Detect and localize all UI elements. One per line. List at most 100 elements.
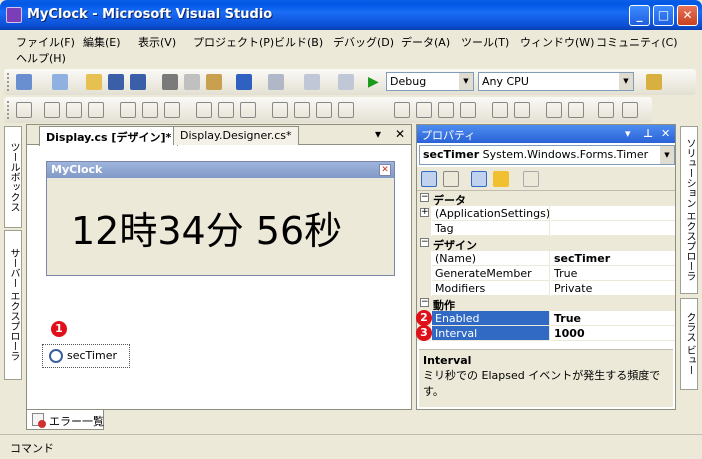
save-icon[interactable] xyxy=(108,74,124,90)
increase-spacing-icon[interactable] xyxy=(294,102,310,118)
menu-community[interactable]: コミュニティ(C) xyxy=(596,34,678,50)
collapse-icon[interactable]: − xyxy=(420,193,429,202)
timer-icon xyxy=(49,349,63,363)
align-rights-icon[interactable] xyxy=(88,102,104,118)
toolbox-tab[interactable]: ツールボックス xyxy=(4,126,22,228)
align-middles-icon[interactable] xyxy=(142,102,158,118)
visual-studio-icon xyxy=(6,7,22,23)
window-position-icon[interactable]: ▾ xyxy=(375,127,381,141)
menu-window[interactable]: ウィンドウ(W) xyxy=(520,34,594,50)
undo-icon[interactable] xyxy=(236,74,252,90)
start-debugging-icon[interactable]: ▶ xyxy=(368,74,384,90)
make-same-size-icon[interactable] xyxy=(240,102,256,118)
menu-debug[interactable]: デバッグ(D) xyxy=(333,34,394,50)
cut-icon[interactable] xyxy=(162,74,178,90)
horizontal-spacing-icon[interactable] xyxy=(272,102,288,118)
new-project-icon[interactable] xyxy=(16,74,32,90)
center-horizontally-icon[interactable] xyxy=(492,102,508,118)
badge-1: 1 xyxy=(51,321,67,337)
category-design[interactable]: − デザイン xyxy=(417,236,675,252)
copy-icon[interactable] xyxy=(184,74,200,90)
expand-icon[interactable]: + xyxy=(420,208,429,217)
server-explorer-tab[interactable]: サーバー エクスプローラ xyxy=(4,230,22,380)
menu-project[interactable]: プロジェクト(P) xyxy=(193,34,274,50)
menu-tools[interactable]: ツール(T) xyxy=(461,34,509,50)
clock-label[interactable]: 12時34分 56秒 xyxy=(71,200,342,255)
solution-config-select[interactable]: Debug ▼ xyxy=(386,72,474,91)
align-lefts-icon[interactable] xyxy=(44,102,60,118)
remove-spacing-icon[interactable] xyxy=(338,102,354,118)
properties-icon[interactable] xyxy=(471,171,487,187)
center-vertically-icon[interactable] xyxy=(514,102,530,118)
menu-help[interactable]: ヘルプ(H) xyxy=(16,50,66,66)
events-icon[interactable] xyxy=(493,171,509,187)
property-pages-icon[interactable] xyxy=(523,171,539,187)
find-in-files-icon[interactable] xyxy=(646,74,662,90)
minimize-button[interactable]: _ xyxy=(629,5,650,26)
redo-icon[interactable] xyxy=(268,74,284,90)
decrease-spacing-icon[interactable] xyxy=(316,102,332,118)
menu-build[interactable]: ビルド(B) xyxy=(274,34,323,50)
align-centers-icon[interactable] xyxy=(66,102,82,118)
add-item-icon[interactable] xyxy=(52,74,68,90)
increase-vertical-spacing-icon[interactable] xyxy=(416,102,432,118)
tab-display-design[interactable]: Display.cs [デザイン]* xyxy=(39,126,179,146)
sec-timer-component[interactable]: secTimer xyxy=(42,344,130,368)
make-same-width-icon[interactable] xyxy=(196,102,212,118)
close-button[interactable]: ✕ xyxy=(677,5,698,26)
save-all-icon[interactable] xyxy=(130,74,146,90)
error-list-tab[interactable]: エラー一覧 xyxy=(26,410,104,430)
send-to-back-icon[interactable] xyxy=(568,102,584,118)
remove-vertical-spacing-icon[interactable] xyxy=(460,102,476,118)
solution-explorer-tab[interactable]: ソリューション エクスプローラ xyxy=(680,126,698,294)
navigate-backward-icon[interactable] xyxy=(304,74,320,90)
object-selector[interactable]: secTimer System.Windows.Forms.Timer ▼ xyxy=(419,145,675,165)
tab-display-designer-code[interactable]: Display.Designer.cs* xyxy=(173,126,299,145)
form-title-bar: MyClock ✕ xyxy=(47,162,394,178)
navigate-forward-icon[interactable] xyxy=(338,74,354,90)
menu-data[interactable]: データ(A) xyxy=(401,34,450,50)
bring-to-front-icon[interactable] xyxy=(546,102,562,118)
document-area: Display.cs [デザイン]* Display.Designer.cs* … xyxy=(26,124,412,410)
design-form[interactable]: MyClock ✕ 12時34分 56秒 xyxy=(46,161,395,276)
align-bottoms-icon[interactable] xyxy=(164,102,180,118)
collapse-icon[interactable]: − xyxy=(420,238,429,247)
alphabetical-icon[interactable] xyxy=(443,171,459,187)
tab-order-icon[interactable] xyxy=(598,102,614,118)
size-to-grid-icon[interactable] xyxy=(218,102,234,118)
status-text: コマンド xyxy=(10,442,54,455)
close-document-icon[interactable]: ✕ xyxy=(395,127,405,141)
property-row-interval[interactable]: Interval 1000 3 xyxy=(416,325,675,341)
category-behavior[interactable]: − 動作 xyxy=(417,296,675,312)
category-data[interactable]: − データ xyxy=(417,191,675,207)
right-autohide-strip: ソリューション エクスプローラ クラス ビュー xyxy=(678,124,702,409)
title-bar: MyClock - Microsoft Visual Studio _ □ ✕ xyxy=(0,0,702,30)
class-view-tab[interactable]: クラス ビュー xyxy=(680,298,698,390)
open-folder-icon[interactable] xyxy=(86,74,102,90)
menu-edit[interactable]: 編集(E) xyxy=(83,34,121,50)
menu-view[interactable]: 表示(V) xyxy=(138,34,176,50)
decrease-vertical-spacing-icon[interactable] xyxy=(438,102,454,118)
auto-hide-pin-icon[interactable]: ⊥ xyxy=(643,127,653,140)
property-row-tag[interactable]: Tag xyxy=(417,221,675,236)
layout-toolbar xyxy=(4,97,652,123)
maximize-button[interactable]: □ xyxy=(653,5,674,26)
property-row-enabled[interactable]: Enabled True 2 xyxy=(416,310,675,326)
property-row-modifiers[interactable]: Modifiers Private xyxy=(417,281,675,296)
align-to-grid-icon[interactable] xyxy=(16,102,32,118)
solution-platform-select[interactable]: Any CPU ▼ xyxy=(478,72,634,91)
window-position-icon[interactable]: ▾ xyxy=(625,127,631,140)
categorized-icon[interactable] xyxy=(421,171,437,187)
property-row-generate-member[interactable]: GenerateMember True xyxy=(417,266,675,281)
lock-controls-icon[interactable] xyxy=(622,102,638,118)
align-tops-icon[interactable] xyxy=(120,102,136,118)
badge-3: 3 xyxy=(416,325,432,341)
property-row-app-settings[interactable]: + (ApplicationSettings) xyxy=(417,206,675,221)
property-row-name[interactable]: (Name) secTimer xyxy=(417,251,675,266)
vertical-spacing-icon[interactable] xyxy=(394,102,410,118)
close-icon[interactable]: ✕ xyxy=(661,127,670,140)
collapse-icon[interactable]: − xyxy=(420,298,429,307)
paste-icon[interactable] xyxy=(206,74,222,90)
left-autohide-strip: ツールボックス サーバー エクスプローラ xyxy=(0,124,24,409)
menu-file[interactable]: ファイル(F) xyxy=(16,34,75,50)
